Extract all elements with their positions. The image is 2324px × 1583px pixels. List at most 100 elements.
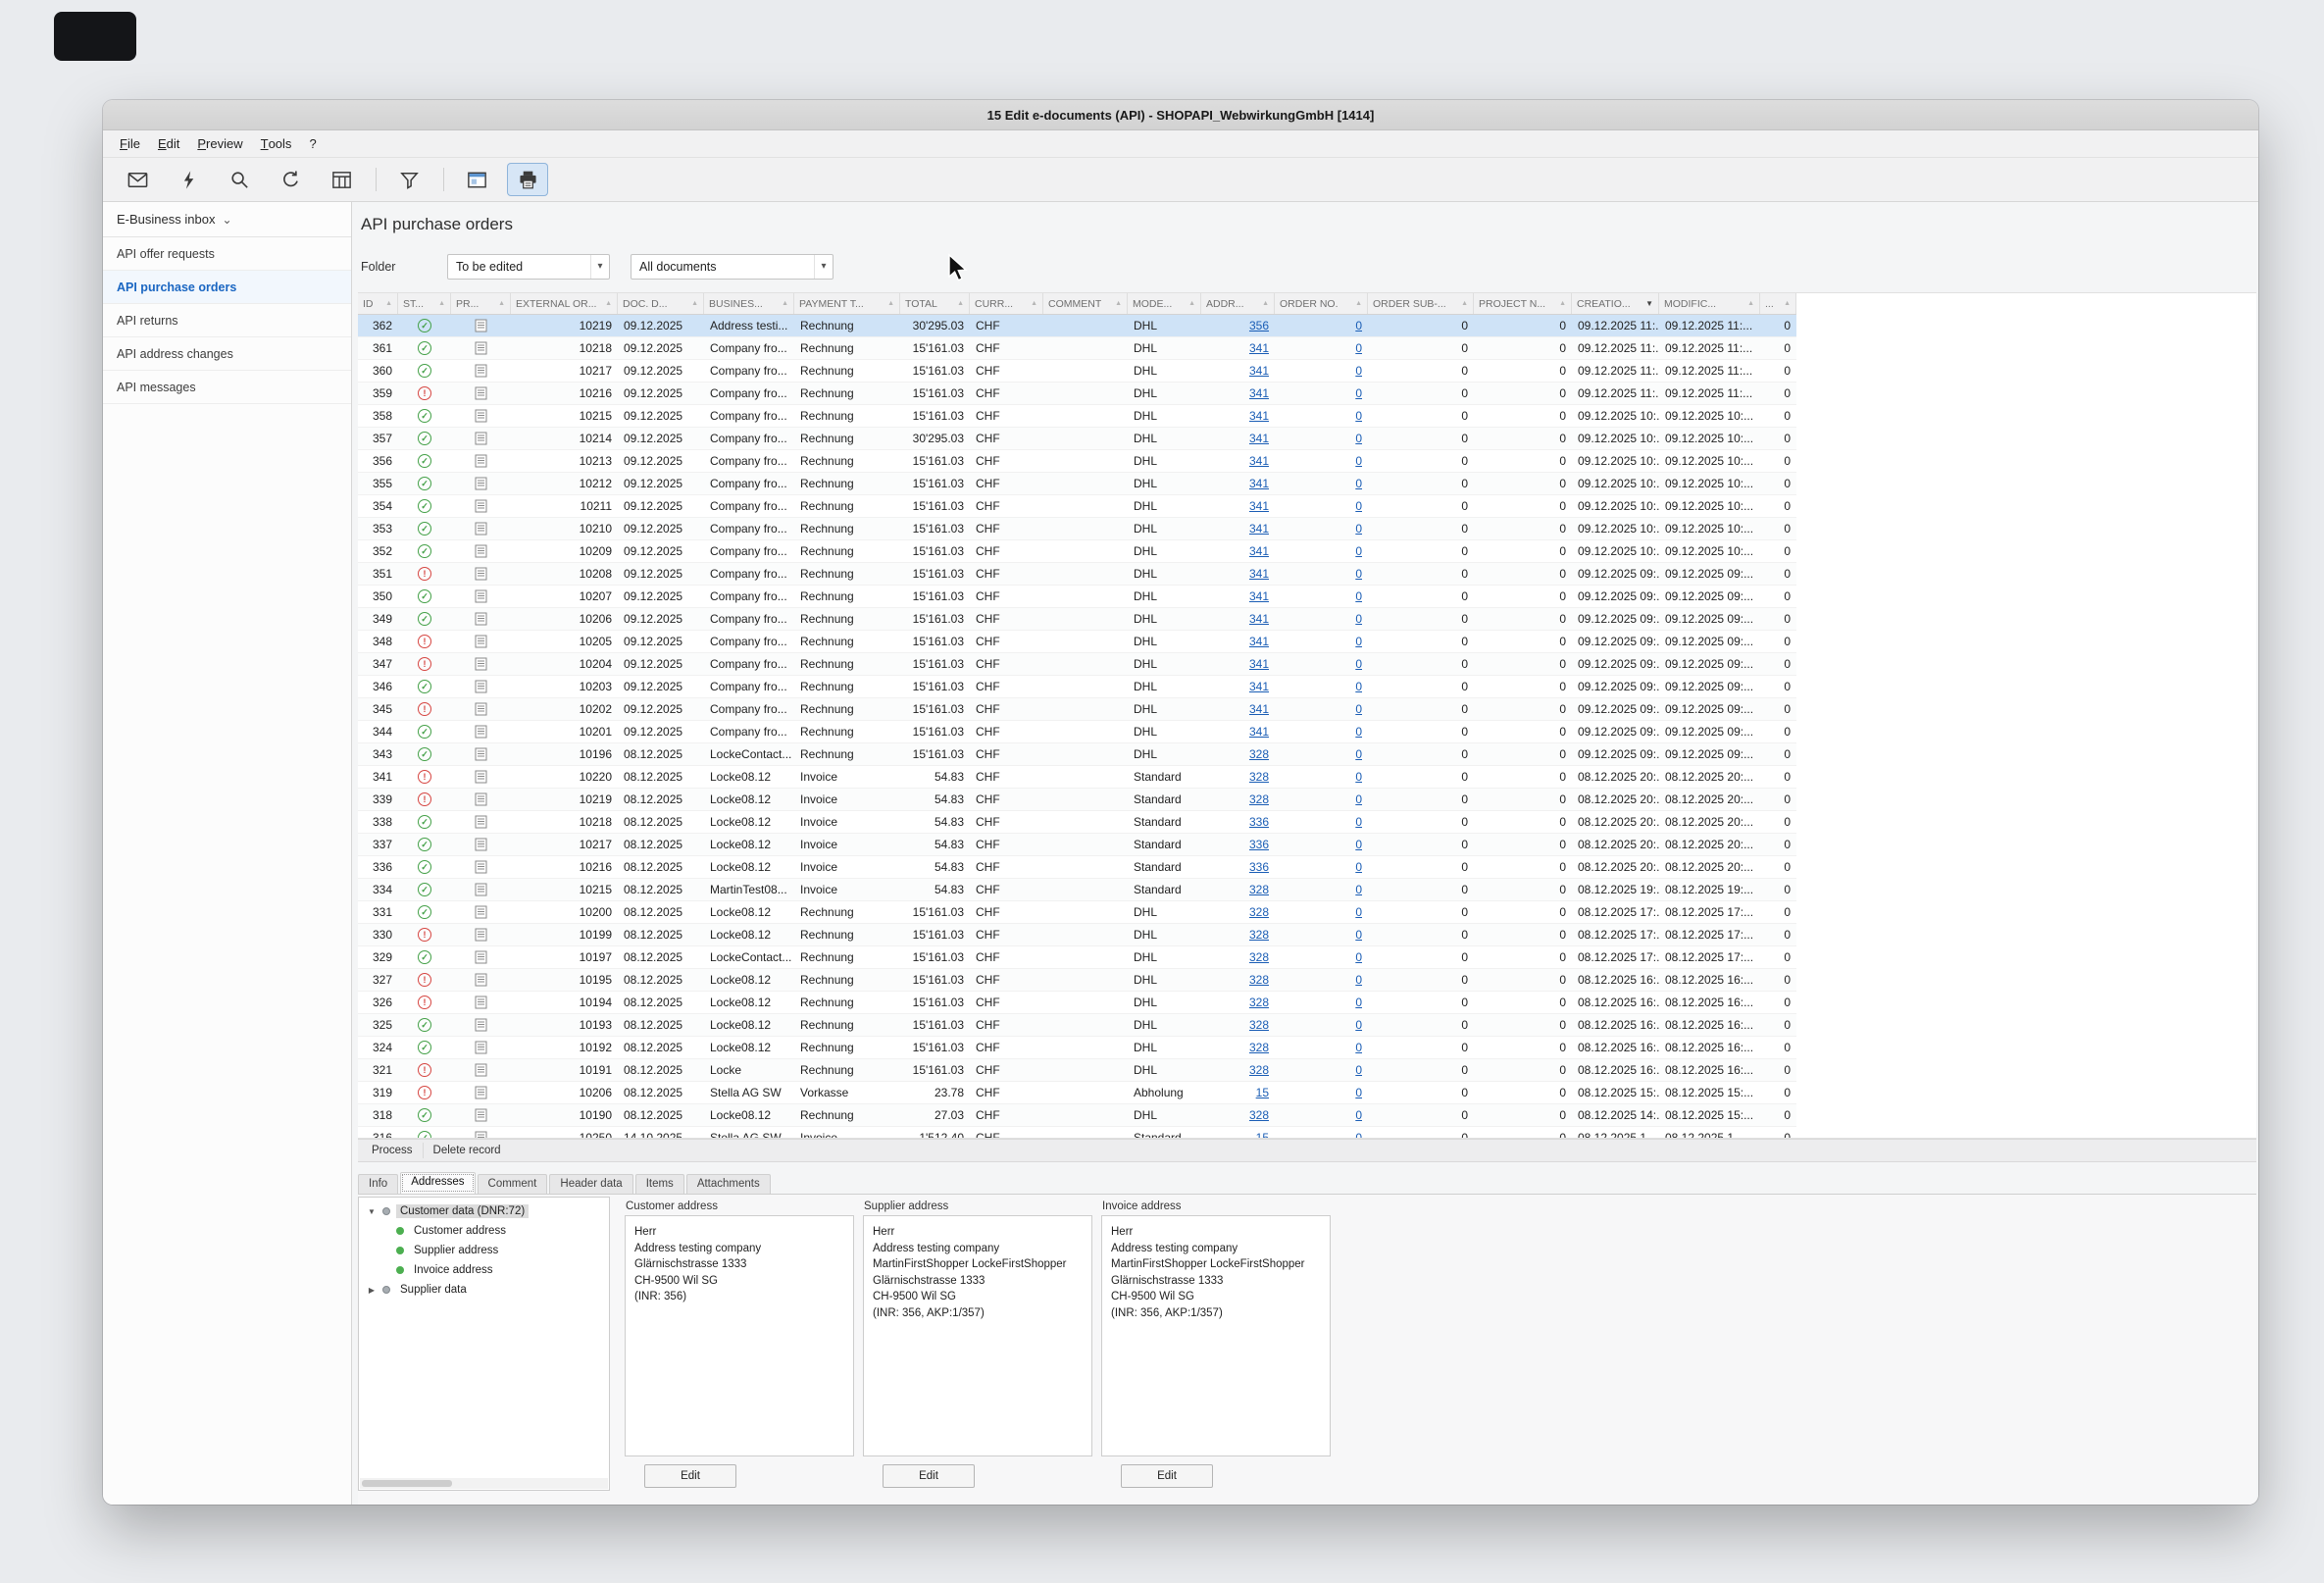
order-no-link[interactable]: 0 <box>1355 905 1362 919</box>
column-header-modific[interactable]: MODIFIC...▲ <box>1659 293 1760 314</box>
tree-node-invoice-address[interactable]: Invoice address <box>359 1260 609 1280</box>
mail-icon[interactable] <box>117 163 158 196</box>
order-no-link[interactable]: 0 <box>1355 747 1362 761</box>
column-header-order-no[interactable]: ORDER NO.▲ <box>1275 293 1368 314</box>
sidebar-item-api-address-changes[interactable]: API address changes <box>103 337 351 371</box>
column-header-order-sub[interactable]: ORDER SUB-...▲ <box>1368 293 1474 314</box>
order-no-link[interactable]: 0 <box>1355 364 1362 378</box>
order-no-link[interactable]: 0 <box>1355 1063 1362 1077</box>
address-link[interactable]: 15 <box>1256 1086 1269 1099</box>
window-titlebar[interactable]: 15 Edit e-documents (API) - SHOPAPI_Webw… <box>103 100 2258 130</box>
sidebar-item-api-messages[interactable]: API messages <box>103 371 351 404</box>
address-link[interactable]: 328 <box>1249 996 1269 1009</box>
table-row[interactable]: 357✓1021409.12.2025Company fro...Rechnun… <box>358 428 1796 450</box>
order-no-link[interactable]: 0 <box>1355 319 1362 332</box>
address-link[interactable]: 341 <box>1249 386 1269 400</box>
address-link[interactable]: 341 <box>1249 589 1269 603</box>
order-no-link[interactable]: 0 <box>1355 1108 1362 1122</box>
order-no-link[interactable]: 0 <box>1355 996 1362 1009</box>
order-no-link[interactable]: 0 <box>1355 702 1362 716</box>
column-header-busines[interactable]: BUSINES...▲ <box>704 293 794 314</box>
order-no-link[interactable]: 0 <box>1355 770 1362 784</box>
table-row[interactable]: 341!1022008.12.2025Locke08.12Invoice54.8… <box>358 766 1796 789</box>
edit-button[interactable]: Edit <box>883 1464 975 1488</box>
order-no-link[interactable]: 0 <box>1355 1041 1362 1054</box>
sidebar-item-api-purchase-orders[interactable]: API purchase orders <box>103 271 351 304</box>
table-row[interactable]: 356✓1021309.12.2025Company fro...Rechnun… <box>358 450 1796 473</box>
order-no-link[interactable]: 0 <box>1355 612 1362 626</box>
column-header-external-or[interactable]: EXTERNAL OR...▲ <box>511 293 618 314</box>
tab-header-data[interactable]: Header data <box>549 1174 632 1194</box>
process-button[interactable]: Process <box>362 1143 424 1158</box>
address-link[interactable]: 341 <box>1249 680 1269 693</box>
sidebar-item-api-offer-requests[interactable]: API offer requests <box>103 237 351 271</box>
menu-file[interactable]: File <box>111 130 149 157</box>
column-header-id[interactable]: ID▲ <box>358 293 398 314</box>
edit-button[interactable]: Edit <box>644 1464 736 1488</box>
column-header-curr[interactable]: CURR...▲ <box>970 293 1043 314</box>
tree-node-customer-address[interactable]: Customer address <box>359 1221 609 1241</box>
table-row[interactable]: 327!1019508.12.2025Locke08.12Rechnung15'… <box>358 969 1796 992</box>
address-link[interactable]: 341 <box>1249 364 1269 378</box>
search-icon[interactable] <box>219 163 260 196</box>
order-no-link[interactable]: 0 <box>1355 1131 1362 1139</box>
address-link[interactable]: 328 <box>1249 928 1269 942</box>
tab-addresses[interactable]: Addresses <box>400 1172 475 1194</box>
order-no-link[interactable]: 0 <box>1355 860 1362 874</box>
table-row[interactable]: 318✓1019008.12.2025Locke08.12Rechnung27.… <box>358 1104 1796 1127</box>
order-no-link[interactable]: 0 <box>1355 409 1362 423</box>
address-link[interactable]: 341 <box>1249 612 1269 626</box>
tab-items[interactable]: Items <box>635 1174 684 1194</box>
address-link[interactable]: 341 <box>1249 409 1269 423</box>
table-row[interactable]: 361✓1021809.12.2025Company fro...Rechnun… <box>358 337 1796 360</box>
address-link[interactable]: 341 <box>1249 567 1269 581</box>
address-link[interactable]: 328 <box>1249 905 1269 919</box>
column-header-project-n[interactable]: PROJECT N...▲ <box>1474 293 1572 314</box>
table-row[interactable]: 353✓1021009.12.2025Company fro...Rechnun… <box>358 518 1796 540</box>
collapsed-caret-icon[interactable]: ▶ <box>367 1286 377 1295</box>
address-link[interactable]: 336 <box>1249 815 1269 829</box>
address-link[interactable]: 328 <box>1249 1018 1269 1032</box>
table-row[interactable]: 348!1020509.12.2025Company fro...Rechnun… <box>358 631 1796 653</box>
address-link[interactable]: 341 <box>1249 544 1269 558</box>
order-no-link[interactable]: 0 <box>1355 815 1362 829</box>
column-header-mode[interactable]: MODE...▲ <box>1128 293 1201 314</box>
table-row[interactable]: 351!1020809.12.2025Company fro...Rechnun… <box>358 563 1796 586</box>
column-header-total[interactable]: TOTAL▲ <box>900 293 970 314</box>
order-no-link[interactable]: 0 <box>1355 928 1362 942</box>
table-row[interactable]: 336✓1021608.12.2025Locke08.12Invoice54.8… <box>358 856 1796 879</box>
address-link[interactable]: 336 <box>1249 838 1269 851</box>
address-link[interactable]: 328 <box>1249 950 1269 964</box>
tab-info[interactable]: Info <box>358 1174 398 1194</box>
menu-edit[interactable]: Edit <box>149 130 188 157</box>
lightning-icon[interactable] <box>168 163 209 196</box>
menu-preview[interactable]: Preview <box>188 130 251 157</box>
table-row[interactable]: 349✓1020609.12.2025Company fro...Rechnun… <box>358 608 1796 631</box>
table-row[interactable]: 347!1020409.12.2025Company fro...Rechnun… <box>358 653 1796 676</box>
address-link[interactable]: 328 <box>1249 792 1269 806</box>
delete-record-button[interactable]: Delete record <box>424 1143 511 1158</box>
order-no-link[interactable]: 0 <box>1355 635 1362 648</box>
column-header-comment[interactable]: COMMENT▲ <box>1043 293 1128 314</box>
tab-comment[interactable]: Comment <box>478 1174 548 1194</box>
address-link[interactable]: 328 <box>1249 770 1269 784</box>
address-link[interactable]: 341 <box>1249 454 1269 468</box>
address-link[interactable]: 328 <box>1249 1063 1269 1077</box>
order-no-link[interactable]: 0 <box>1355 1086 1362 1099</box>
column-header-creatio[interactable]: CREATIO...▼ <box>1572 293 1659 314</box>
table-row[interactable]: 331✓1020008.12.2025Locke08.12Rechnung15'… <box>358 901 1796 924</box>
column-header-col[interactable]: ...▲ <box>1760 293 1796 314</box>
table-row[interactable]: 352✓1020909.12.2025Company fro...Rechnun… <box>358 540 1796 563</box>
table-row[interactable]: 330!1019908.12.2025Locke08.12Rechnung15'… <box>358 924 1796 946</box>
report-icon[interactable] <box>321 163 362 196</box>
address-link[interactable]: 336 <box>1249 860 1269 874</box>
panel-icon[interactable] <box>456 163 497 196</box>
tab-attachments[interactable]: Attachments <box>686 1174 771 1194</box>
address-link[interactable]: 328 <box>1249 973 1269 987</box>
order-no-link[interactable]: 0 <box>1355 1018 1362 1032</box>
order-no-link[interactable]: 0 <box>1355 522 1362 536</box>
address-link[interactable]: 341 <box>1249 702 1269 716</box>
column-header-pr[interactable]: PR...▲ <box>451 293 511 314</box>
sidebar-inbox-selector[interactable]: E-Business inbox ⌄ <box>103 202 351 237</box>
table-row[interactable]: 319!1020608.12.2025Stella AG SWVorkasse2… <box>358 1082 1796 1104</box>
